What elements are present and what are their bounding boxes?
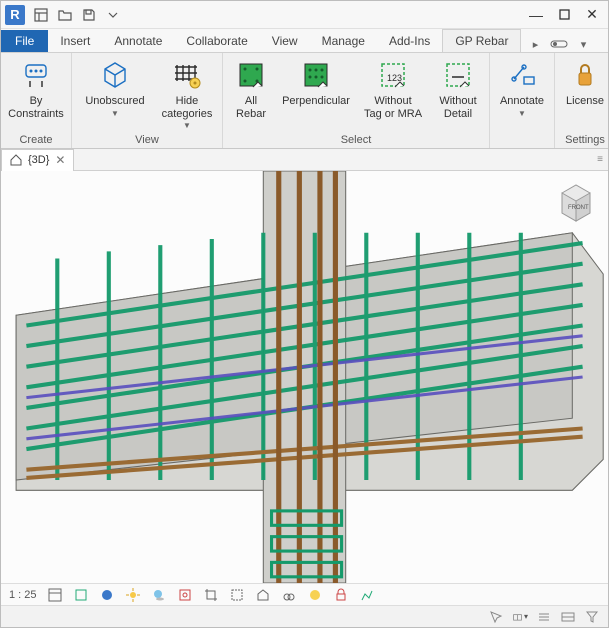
maximize-button[interactable]	[552, 5, 576, 25]
vc-temp-hide-icon[interactable]	[281, 587, 297, 603]
vc-shadows-icon[interactable]	[151, 587, 167, 603]
tab-annotate[interactable]: Annotate	[102, 30, 174, 52]
tab-insert[interactable]: Insert	[48, 30, 102, 52]
app-logo: R	[5, 5, 25, 25]
tab-file[interactable]: File	[1, 30, 48, 52]
svg-text:FRONT: FRONT	[568, 205, 589, 211]
viewport-3d[interactable]: FRONT	[1, 171, 608, 583]
vc-detail-level-icon[interactable]	[73, 587, 89, 603]
btn-license[interactable]: License	[561, 57, 609, 110]
btn-annotate[interactable]: Annotate ▼	[496, 57, 548, 120]
ribbon-tab-strip: File Insert Annotate Collaborate View Ma…	[1, 29, 608, 53]
btn-label: Without Detail	[439, 95, 476, 120]
home-icon	[10, 154, 22, 166]
tab-collaborate[interactable]: Collaborate	[174, 30, 259, 52]
document-area: {3D} ✕ ≡	[1, 149, 608, 605]
ribbon-panel: By Constraints Create Unobscured ▼ Hide …	[1, 53, 608, 149]
group-label-select: Select	[229, 132, 483, 146]
minimize-button[interactable]: —	[524, 5, 548, 25]
title-bar: R — ✕	[1, 1, 608, 29]
qat-properties-icon[interactable]	[31, 5, 51, 25]
qat-open-icon[interactable]	[55, 5, 75, 25]
close-tab-icon[interactable]: ✕	[55, 153, 65, 167]
tab-strip-overflow-icon[interactable]: ≡	[592, 152, 608, 168]
vc-sun-path-icon[interactable]	[125, 587, 141, 603]
btn-label: License	[566, 95, 604, 108]
view-cube[interactable]: FRONT	[554, 179, 598, 223]
model-view	[1, 171, 608, 583]
btn-label: Hide categories	[162, 95, 213, 120]
sb-selection-icon[interactable]	[488, 609, 504, 625]
vc-scale-list-icon[interactable]	[47, 587, 63, 603]
btn-label: All Rebar	[236, 95, 266, 120]
qat-dropdown-icon[interactable]	[103, 5, 123, 25]
view-tab-3d[interactable]: {3D} ✕	[1, 149, 74, 171]
scale-display[interactable]: 1 : 25	[9, 589, 37, 601]
btn-label: Annotate	[500, 95, 544, 108]
vc-constraints-icon[interactable]	[333, 587, 349, 603]
sb-sync-icon[interactable]	[560, 609, 576, 625]
view-tab-strip: {3D} ✕ ≡	[1, 149, 608, 171]
tab-addins[interactable]: Add-Ins	[377, 30, 442, 52]
view-tab-label: {3D}	[28, 154, 49, 166]
sb-filter-icon[interactable]	[584, 609, 600, 625]
tab-dropdown-icon[interactable]: ▾	[573, 36, 593, 52]
btn-label: Unobscured	[85, 95, 144, 108]
vc-render-icon[interactable]	[177, 587, 193, 603]
btn-without-detail[interactable]: Without Detail	[433, 57, 483, 122]
chevron-down-icon: ▼	[111, 109, 119, 118]
tab-nav-right-icon[interactable]: ▸	[525, 36, 545, 52]
tab-view[interactable]: View	[260, 30, 310, 52]
btn-label: Without Tag or MRA	[364, 95, 422, 120]
btn-unobscured[interactable]: Unobscured ▼	[78, 57, 152, 120]
svg-text:123: 123	[387, 73, 402, 83]
chevron-down-icon: ▼	[183, 121, 191, 130]
btn-all-rebar[interactable]: All Rebar	[229, 57, 273, 122]
vc-visual-style-icon[interactable]	[99, 587, 115, 603]
vc-crop-icon[interactable]	[203, 587, 219, 603]
btn-hide-categories[interactable]: Hide categories ▼	[158, 57, 216, 132]
close-button[interactable]: ✕	[580, 5, 604, 25]
view-control-bar: 1 : 25	[1, 583, 608, 605]
btn-by-constraints[interactable]: By Constraints	[7, 57, 65, 122]
group-label-annotate-empty	[496, 132, 548, 146]
btn-label: By Constraints	[8, 95, 64, 120]
btn-label: Perpendicular	[282, 95, 350, 108]
vc-analytical-icon[interactable]	[359, 587, 375, 603]
qat-save-icon[interactable]	[79, 5, 99, 25]
tab-gprebar[interactable]: GP Rebar	[442, 29, 521, 52]
group-label-settings: Settings	[561, 132, 609, 146]
btn-perpendicular[interactable]: Perpendicular	[279, 57, 353, 110]
group-label-view: View	[78, 132, 216, 146]
btn-without-tag[interactable]: 123 Without Tag or MRA	[359, 57, 427, 122]
sb-worksets-icon[interactable]: ▾	[512, 609, 528, 625]
sb-list-icon[interactable]	[536, 609, 552, 625]
vc-crop-toggle-icon[interactable]	[229, 587, 245, 603]
vc-lock-icon[interactable]	[255, 587, 271, 603]
group-label-create: Create	[7, 132, 65, 146]
chevron-down-icon: ▼	[518, 109, 526, 118]
tab-manage[interactable]: Manage	[310, 30, 377, 52]
vc-reveal-icon[interactable]	[307, 587, 323, 603]
status-bar: ▾	[1, 605, 608, 627]
tab-collapse-icon[interactable]	[549, 36, 569, 52]
